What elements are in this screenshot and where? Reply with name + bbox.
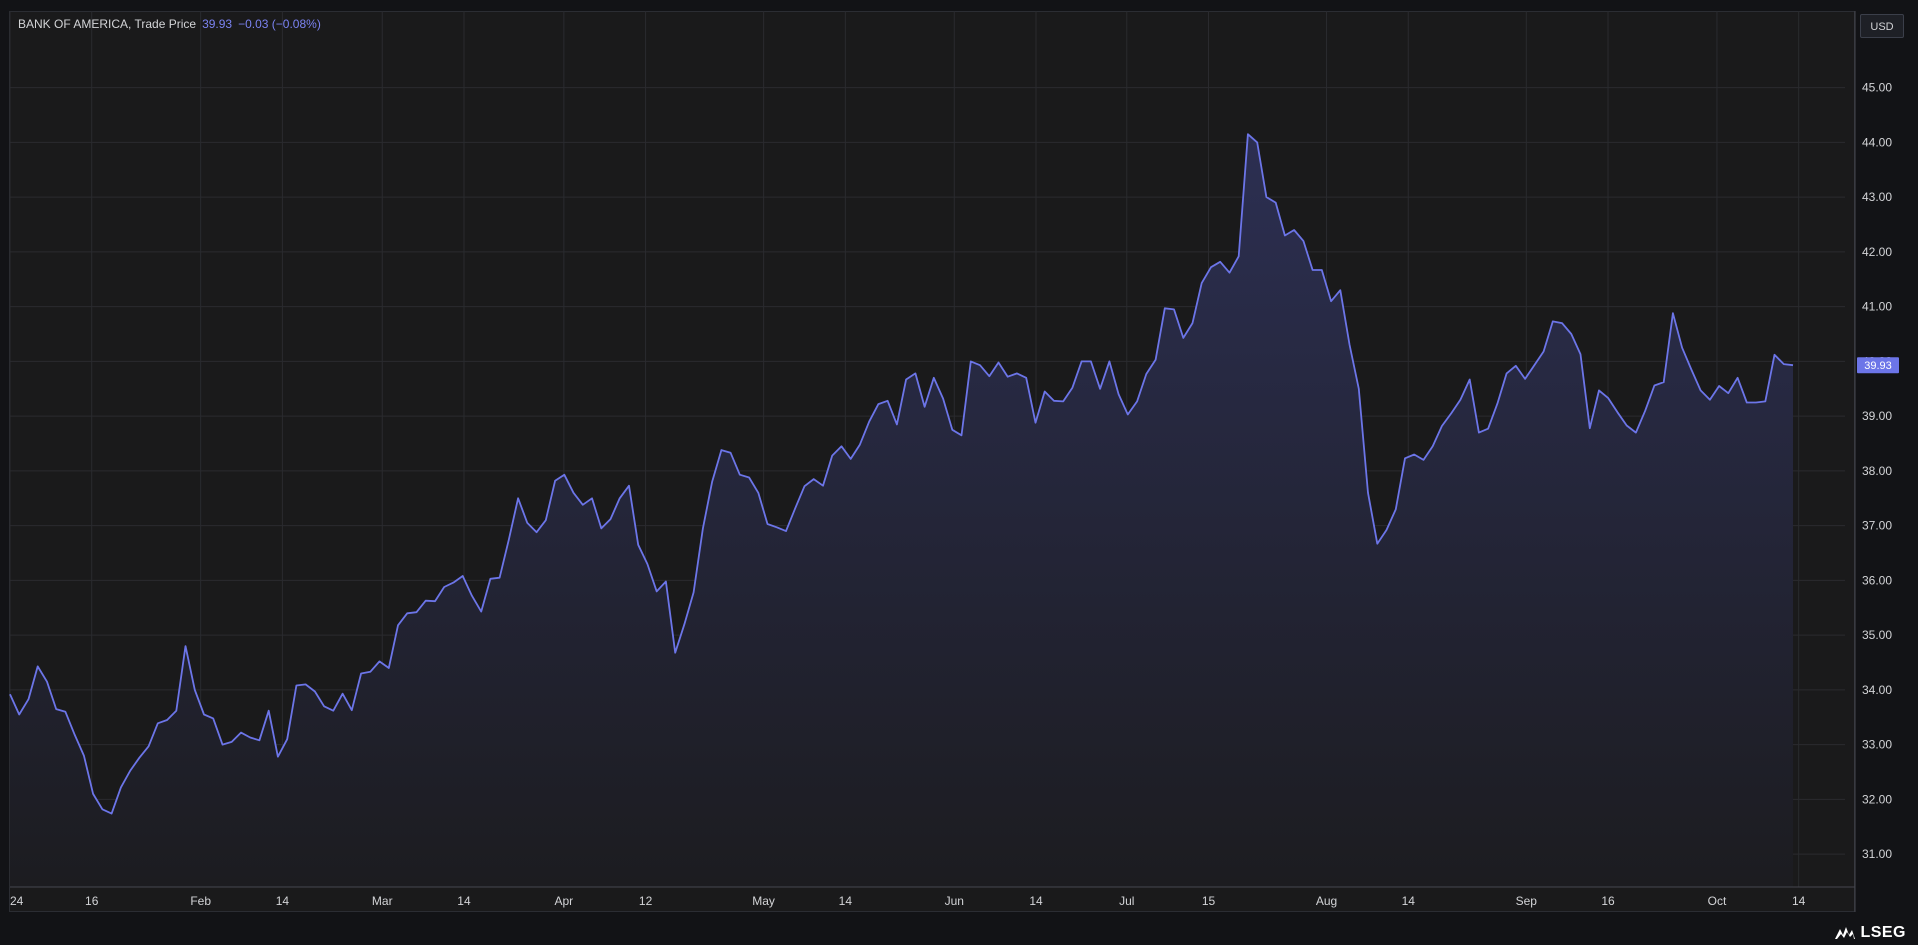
x-tick-label: Jul [1119,894,1134,908]
x-tick-label: Apr [555,894,574,908]
y-tick-label: 42.00 [1862,245,1892,259]
x-tick-label: 14 [276,894,290,908]
last-price-tag-label: 39.93 [1864,360,1892,372]
brand-logo: LSEG [1834,923,1906,943]
y-tick-label: 43.00 [1862,190,1892,204]
y-tick-label: 41.00 [1862,300,1892,314]
x-tick-label: 14 [1792,894,1806,908]
y-tick-label: 44.00 [1862,135,1892,149]
last-price: 39.93 [202,17,233,31]
status-strip [0,919,1918,945]
y-tick-label: 35.00 [1862,628,1892,642]
price-chart[interactable]: 31.00 32.00 33.00 34.00 35.00 36.00 37.00 38.00… [0,0,1918,945]
x-tick-label: 14 [839,894,853,908]
y-tick-label: 33.00 [1862,738,1892,752]
y-tick-label: 36.00 [1862,573,1892,587]
y-tick-label: 34.00 [1862,683,1892,697]
price-area-fill [10,134,1793,887]
instrument-name: BANK OF AMERICA, Trade Price [18,17,197,31]
y-tick-label: 31.00 [1862,847,1892,861]
x-tick-label: Jun [945,894,964,908]
chart-window: 31.00 32.00 33.00 34.00 35.00 36.00 37.00 38.00… [0,0,1918,945]
y-tick-label: 32.00 [1862,792,1892,806]
x-tick-label: Feb [190,894,211,908]
currency-selector[interactable]: USD [1860,14,1904,38]
last-price-tag: 39.93 [1857,357,1899,374]
x-tick-label: 14 [457,894,471,908]
y-tick-label: 45.00 [1862,81,1892,95]
x-tick-label: 16 [1601,894,1615,908]
brand-name: LSEG [1860,924,1906,941]
x-tick-label: 16 [85,894,99,908]
x-tick-label: Aug [1316,894,1337,908]
x-tick-label: 14 [1029,894,1043,908]
x-tick-label: Sep [1516,894,1538,908]
x-tick-label: 24 [10,894,24,908]
x-tick-label: 14 [1402,894,1416,908]
y-tick-label: 37.00 [1862,519,1892,533]
y-tick-label: 38.00 [1862,464,1892,478]
x-tick-label: May [752,894,775,908]
y-axis-ticks: 31.00 32.00 33.00 34.00 35.00 36.00 37.00 38.00… [1862,81,1892,862]
price-change: −0.03 (−0.08%) [238,17,321,31]
x-tick-label: 12 [639,894,653,908]
lseg-mark-icon [1835,927,1856,939]
x-tick-label: 15 [1202,894,1216,908]
chart-legend: BANK OF AMERICA, Trade Price 39.93 −0.03 (… [18,17,321,31]
x-tick-label: Mar [372,894,393,908]
x-axis-ticks: 24 16 Feb 14 Mar 14 Apr 12 May 14 Jun 14 Jul 15 Aug 14 S… [10,894,1806,908]
y-tick-label: 39.00 [1862,409,1892,423]
x-tick-label: Oct [1708,894,1727,908]
